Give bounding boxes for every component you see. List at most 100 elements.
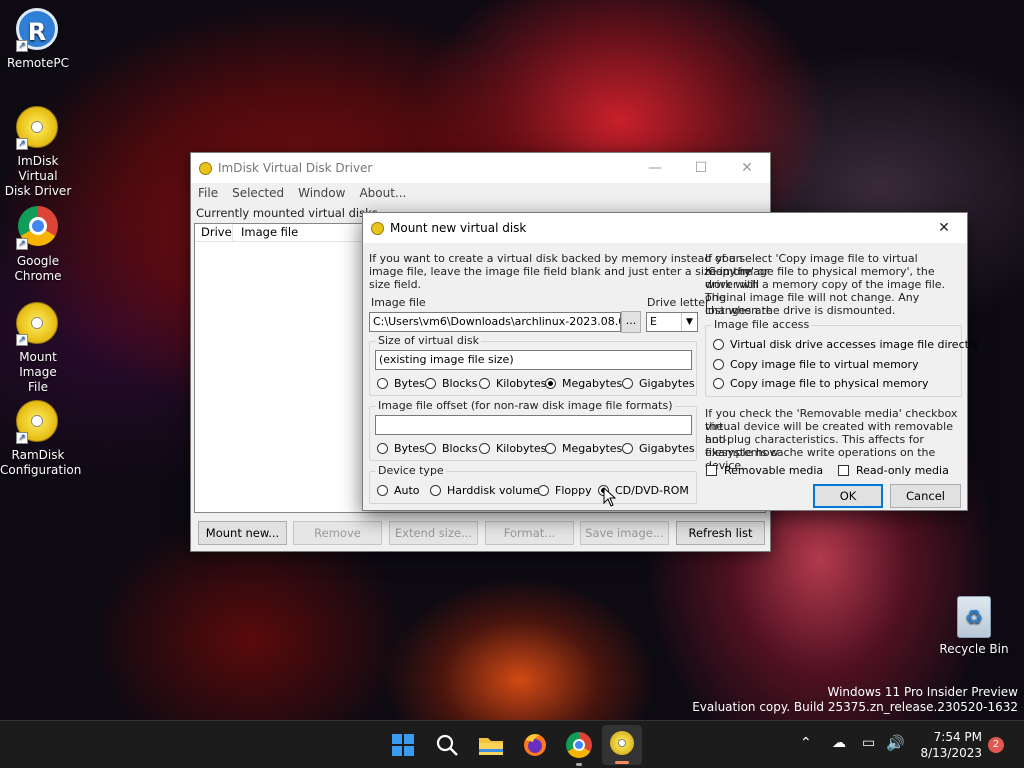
column-image-file[interactable]: Image file	[233, 224, 298, 241]
offset-unit-gigabytes[interactable]: Gigabytes	[622, 442, 695, 455]
windows-watermark: Windows 11 Pro Insider Preview Evaluatio…	[692, 685, 1018, 715]
disc-icon	[371, 221, 384, 235]
size-group-label: Size of virtual disk	[376, 334, 481, 347]
offset-unit-bytes[interactable]: Bytes	[377, 442, 425, 455]
radio-label: Floppy	[555, 484, 592, 497]
notification-badge[interactable]: 2	[988, 737, 1004, 753]
device-type-harddisk[interactable]: Harddisk volume	[430, 484, 540, 497]
desktop-icon-label: Recycle Bin	[939, 642, 1009, 656]
chrome-icon[interactable]	[564, 730, 594, 766]
remotepc-icon: R ↗	[16, 8, 60, 52]
image-file-label: Image file	[371, 296, 426, 309]
network-icon[interactable]: ▭	[862, 735, 875, 751]
read-only-media-checkbox[interactable]: Read-only media	[838, 464, 949, 477]
menu-about[interactable]: About...	[352, 186, 413, 200]
desktop-icon-imdisk[interactable]: ↗ ImDisk Virtual Disk Driver	[0, 106, 76, 199]
size-unit-megabytes[interactable]: Megabytes	[545, 377, 622, 390]
remove-button[interactable]: Remove	[293, 521, 382, 545]
file-explorer-icon[interactable]	[476, 730, 506, 760]
offset-unit-kilobytes[interactable]: Kilobytes	[479, 442, 546, 455]
taskbar: ⌃ ☁ ▭ 🔊 7:54 PM 8/13/2023 2	[0, 720, 1024, 768]
close-icon[interactable]: ✕	[724, 153, 770, 183]
menu-window[interactable]: Window	[291, 186, 352, 200]
desktop-icon-chrome[interactable]: ↗ Google Chrome	[0, 204, 76, 284]
device-type-auto[interactable]: Auto	[377, 484, 420, 497]
radio-label: Bytes	[394, 442, 425, 455]
offset-field[interactable]	[375, 415, 692, 435]
radio-label: Bytes	[394, 377, 425, 390]
cloud-offline-icon[interactable]: ☁	[832, 735, 846, 751]
search-icon[interactable]	[432, 730, 462, 760]
removable-media-checkbox[interactable]: Removable media	[706, 464, 823, 477]
minimize-icon[interactable]: —	[632, 153, 678, 183]
size-unit-blocks[interactable]: Blocks	[425, 377, 477, 390]
browse-button[interactable]: ...	[621, 311, 641, 333]
image-file-field[interactable]: C:\Users\vm6\Downloads\archlinux-2023.08…	[369, 312, 621, 332]
size-field[interactable]: (existing image file size)	[375, 350, 692, 370]
format-button[interactable]: Format...	[485, 521, 574, 545]
mount-new-button[interactable]: Mount new...	[198, 521, 287, 545]
radio-label: Auto	[394, 484, 420, 497]
menu-file[interactable]: File	[191, 186, 225, 200]
windows-start-icon[interactable]	[388, 730, 418, 760]
copy-info-line: lost when the drive is dismounted.	[705, 304, 896, 317]
radio-icon	[622, 443, 633, 454]
size-unit-kilobytes[interactable]: Kilobytes	[479, 377, 546, 390]
refresh-list-button[interactable]: Refresh list	[676, 521, 765, 545]
desktop-icon-recycle-bin[interactable]: ♻ Recycle Bin	[936, 596, 1012, 657]
drive-letter-select[interactable]: E ▼	[646, 312, 698, 332]
radio-icon	[425, 443, 436, 454]
radio-label: Blocks	[442, 442, 478, 455]
radio-icon	[713, 339, 724, 350]
offset-unit-blocks[interactable]: Blocks	[425, 442, 477, 455]
radio-icon	[622, 378, 633, 389]
column-drive[interactable]: Drive	[195, 224, 233, 241]
menu-selected[interactable]: Selected	[225, 186, 291, 200]
size-unit-bytes[interactable]: Bytes	[377, 377, 425, 390]
desktop-icon-label: RamDisk	[11, 448, 65, 462]
disc-icon	[199, 161, 212, 175]
desktop-icon-mount-image[interactable]: ↗ Mount Image File	[0, 302, 76, 395]
desktop-icon-label: File	[27, 380, 49, 394]
intro-line: image file, leave the image file field b…	[369, 265, 752, 278]
save-image-button[interactable]: Save image...	[580, 521, 669, 545]
radio-label: Kilobytes	[496, 377, 547, 390]
close-icon[interactable]: ✕	[921, 213, 967, 243]
desktop-icon-label: RemotePC	[7, 56, 69, 70]
desktop-icon-label: Mount Image	[19, 350, 57, 379]
size-unit-gigabytes[interactable]: Gigabytes	[622, 377, 695, 390]
ok-button[interactable]: OK	[813, 484, 883, 508]
radio-icon	[713, 359, 724, 370]
main-window-titlebar[interactable]: ImDisk Virtual Disk Driver — ☐ ✕	[191, 153, 770, 183]
radio-label: Megabytes	[562, 442, 623, 455]
chevron-up-icon[interactable]: ⌃	[800, 735, 812, 751]
desktop-icon-ramdisk[interactable]: ↗ RamDisk Configuration	[0, 400, 81, 478]
offset-unit-megabytes[interactable]: Megabytes	[545, 442, 622, 455]
main-menubar: File Selected Window About...	[191, 183, 770, 203]
firefox-icon[interactable]	[520, 730, 550, 760]
image-access-group-label: Image file access	[712, 318, 812, 331]
access-virtual-memory[interactable]: Copy image file to virtual memory	[713, 358, 919, 371]
access-direct[interactable]: Virtual disk drive accesses image file d…	[713, 338, 979, 351]
intro-line: If you want to create a virtual disk bac…	[369, 252, 743, 265]
dialog-titlebar[interactable]: Mount new virtual disk ✕	[363, 213, 967, 243]
mouse-cursor-icon	[603, 487, 617, 507]
running-indicator	[576, 763, 582, 766]
extend-size-button[interactable]: Extend size...	[389, 521, 478, 545]
volume-icon[interactable]: 🔊	[886, 734, 905, 752]
radio-icon	[377, 378, 388, 389]
maximize-icon[interactable]: ☐	[678, 153, 724, 183]
intro-line: size field.	[369, 278, 422, 291]
clock[interactable]: 7:54 PM 8/13/2023	[912, 729, 982, 761]
disc-icon: ↗	[16, 400, 60, 444]
clock-date: 8/13/2023	[920, 746, 982, 760]
cancel-button[interactable]: Cancel	[890, 484, 961, 508]
radio-label: Copy image file to virtual memory	[730, 358, 919, 371]
device-type-floppy[interactable]: Floppy	[538, 484, 592, 497]
imdisk-taskbar-button[interactable]	[602, 725, 642, 765]
radio-label: Kilobytes	[496, 442, 547, 455]
radio-icon	[425, 378, 436, 389]
drive-letter-label: Drive letter	[647, 296, 710, 309]
access-physical-memory[interactable]: Copy image file to physical memory	[713, 377, 929, 390]
desktop-icon-remotepc[interactable]: R ↗ RemotePC	[0, 8, 76, 71]
